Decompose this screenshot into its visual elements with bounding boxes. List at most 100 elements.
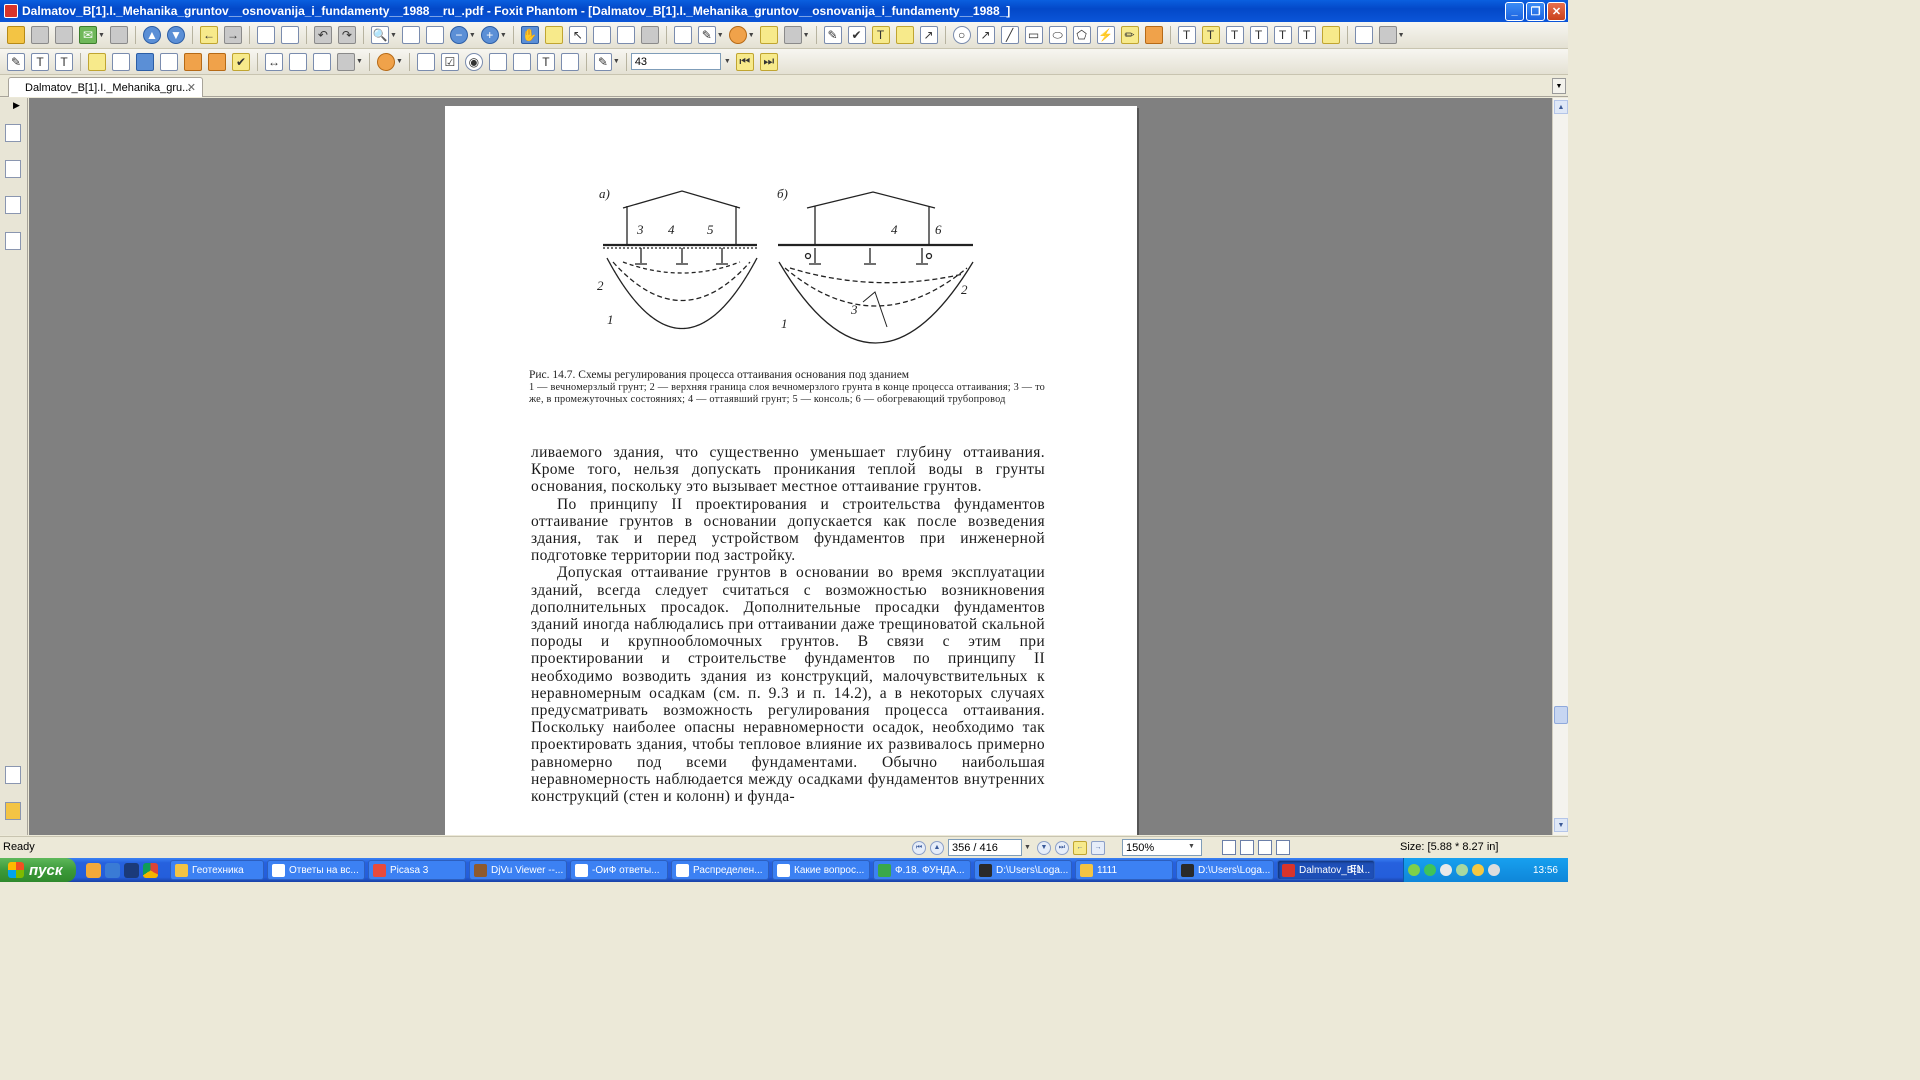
arrow-tool-icon[interactable]: ↗ [919,26,938,44]
zoom-percent-dropdown[interactable]: ▼ [724,58,731,65]
strikeout-icon[interactable]: T [1249,26,1268,44]
print-icon[interactable] [55,26,73,44]
text-input-field-icon[interactable]: T [536,52,555,71]
grid-icon[interactable] [1378,26,1397,44]
chrome-icon[interactable] [143,862,158,878]
undo-icon[interactable]: ↶ [313,26,332,44]
tray-app-icon[interactable] [1456,864,1468,876]
page-properties-dropdown[interactable]: ▼ [613,58,620,65]
save-icon[interactable] [31,26,49,44]
radio-field-icon[interactable]: ◉ [464,52,483,71]
rectangle-tool-icon[interactable]: ▭ [1024,26,1043,44]
snapshot-icon[interactable] [592,26,611,44]
expand-panel-icon[interactable]: ▶ [13,100,20,111]
redo-icon[interactable]: ↷ [337,26,356,44]
page-dropdown[interactable]: ▼ [1024,844,1031,851]
note-edit-icon[interactable]: ✎ [823,26,842,44]
note-icon[interactable] [1321,26,1340,44]
next-page-button[interactable]: ▼ [1036,840,1051,855]
layers-panel-icon[interactable] [5,232,21,250]
arrow-line-icon[interactable]: ↗ [976,26,995,44]
circle-tool-icon[interactable]: ○ [952,26,971,44]
stamp-dropdown[interactable]: ▼ [748,32,755,39]
page-properties-icon[interactable]: ✎ [593,52,612,71]
forward-icon[interactable]: → [223,26,242,44]
security-dropdown[interactable]: ▼ [803,32,810,39]
tray-app-icon[interactable] [1472,864,1484,876]
scroll-down-arrow[interactable]: ▼ [1554,818,1568,832]
go-forward-button[interactable]: → [1090,840,1105,855]
start-button[interactable]: пуск [0,858,76,882]
zoom-out-dropdown[interactable]: ▼ [469,32,476,39]
taskbar-item[interactable]: Геотехника [170,860,264,880]
extract-pages-icon[interactable] [256,26,275,44]
area-tool-icon[interactable] [313,52,331,71]
media-icon[interactable] [160,52,178,71]
previous-page-icon[interactable]: ▲ [142,26,161,44]
stamp-icon[interactable] [728,26,747,44]
maximize-button[interactable]: ❐ [1526,1,1545,21]
form-icon[interactable] [673,26,692,44]
zoom-in-icon[interactable]: 🔍 [370,26,389,44]
zoom-dropdown[interactable]: ▼ [390,32,397,39]
polygon-tool-icon[interactable]: ⬠ [1072,26,1091,44]
attach-icon[interactable] [759,26,778,44]
typewriter-icon[interactable] [616,26,635,44]
annotations-panel-icon[interactable] [5,196,21,214]
combo-field-icon[interactable] [488,52,507,71]
camera-icon[interactable] [640,26,659,44]
taskbar-item[interactable]: D:\Users\Loga... [974,860,1072,880]
first-page-button[interactable]: ⏮ [912,840,926,855]
comments-panel-icon[interactable] [5,766,21,784]
zoom-plus-icon[interactable]: + [480,26,499,44]
edit-text-icon[interactable]: ✎ [7,52,25,71]
scroll-thumb[interactable] [1554,706,1568,724]
document-tab[interactable]: Dalmatov_B[1].I._Mehanika_gru... ✕ [8,77,203,97]
button-field-icon[interactable] [416,52,435,71]
replace-text-icon[interactable]: T [1297,26,1316,44]
user-stamp-dropdown[interactable]: ▼ [396,58,403,65]
perimeter-tool-icon[interactable] [289,52,307,71]
comment-icon[interactable] [895,26,914,44]
link-icon[interactable] [184,52,202,71]
list-field-icon[interactable] [512,52,531,71]
zoom-plus-dropdown[interactable]: ▼ [500,32,507,39]
document-view[interactable]: а) 3 4 5 2 1 б) 4 6 3 2 1 Рис. 14.7. Схе… [29,98,1552,835]
textbox-icon[interactable]: T [871,26,890,44]
close-tab-icon[interactable]: ✕ [187,81,196,94]
tab-list-dropdown[interactable]: ▼ [1552,78,1566,94]
taskbar-item[interactable]: Какие вопрос... [772,860,870,880]
page-number-field[interactable]: 356 / 416 [948,839,1022,856]
image-object-icon[interactable] [112,52,130,71]
email-dropdown[interactable]: ▼ [98,32,105,39]
pencil-tool-icon[interactable]: ✏ [1120,26,1139,44]
crop-icon[interactable] [1354,26,1373,44]
bookmarks-panel-icon[interactable] [5,124,21,142]
zoom-level-dropdown[interactable]: ▼ [1188,843,1195,850]
underline-icon[interactable]: T [1225,26,1244,44]
close-button[interactable]: ✕ [1547,1,1566,21]
lock-icon[interactable] [337,52,355,71]
taskbar-item[interactable]: D:\Users\Loga... [1176,860,1274,880]
first-page-icon[interactable]: ⏮ [735,52,754,71]
security-lock-icon[interactable] [783,26,802,44]
checkmark-icon[interactable]: ✔ [232,52,250,71]
zoom-percent-input[interactable]: 43 [630,53,721,70]
internet-explorer-icon[interactable] [105,862,120,878]
hand-tool-icon[interactable]: ✋ [520,26,539,44]
zoom-out-icon[interactable]: − [449,26,468,44]
polyline-tool-icon[interactable]: ⚡ [1096,26,1115,44]
prev-page-button[interactable]: ▲ [930,840,944,855]
taskbar-item[interactable]: Ответы на вс... [267,860,365,880]
show-desktop-icon[interactable] [124,862,139,878]
email-icon[interactable]: ✉ [79,26,97,44]
continuous-view-icon[interactable] [1240,840,1254,855]
language-indicator[interactable]: EN [1350,864,1364,875]
text-markup-icon[interactable]: T [1177,26,1196,44]
vertical-scrollbar[interactable]: ▲ ▼ [1552,98,1568,835]
scroll-up-arrow[interactable]: ▲ [1554,100,1568,114]
edit-document-icon[interactable]: ✎ [697,26,716,44]
grid-dropdown[interactable]: ▼ [1398,32,1405,39]
distance-tool-icon[interactable]: ↔ [265,52,283,71]
clock[interactable]: 13:56 [1533,865,1558,876]
